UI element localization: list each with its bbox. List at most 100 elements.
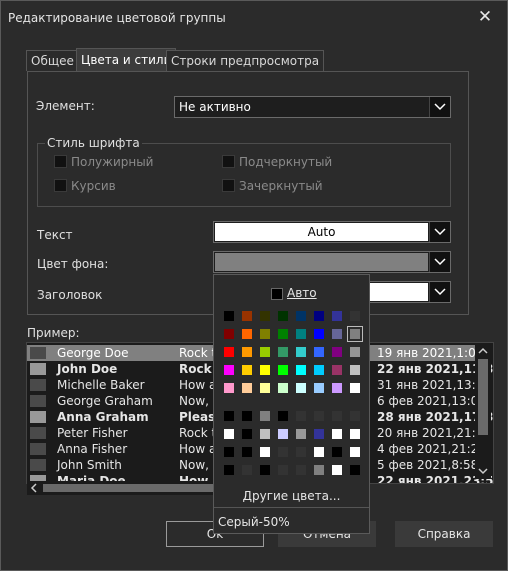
color-swatch[interactable]	[224, 347, 234, 357]
color-swatch[interactable]	[332, 329, 342, 339]
color-swatch[interactable]	[278, 365, 288, 375]
color-swatch[interactable]	[260, 329, 270, 339]
tab-preview-rows[interactable]: Строки предпросмотра	[166, 50, 325, 71]
text-color-label: Текст	[37, 228, 73, 242]
color-swatch[interactable]	[224, 365, 234, 375]
chevron-down-icon[interactable]	[429, 282, 450, 302]
color-swatch[interactable]	[332, 465, 342, 475]
color-swatch[interactable]	[350, 447, 360, 457]
color-swatch[interactable]	[332, 411, 342, 421]
color-swatch[interactable]	[296, 329, 306, 339]
row-subject: Now, i	[179, 394, 217, 408]
color-swatch[interactable]	[260, 365, 270, 375]
color-swatch[interactable]	[224, 429, 234, 439]
color-swatch[interactable]	[224, 311, 234, 321]
color-swatch[interactable]	[260, 447, 270, 457]
bg-color-picker[interactable]	[213, 251, 451, 273]
color-swatch[interactable]	[242, 311, 252, 321]
color-swatch[interactable]	[314, 383, 324, 393]
color-swatch[interactable]	[260, 383, 270, 393]
color-swatch[interactable]	[278, 429, 288, 439]
help-button[interactable]: Справка	[395, 521, 493, 547]
color-swatch[interactable]	[314, 365, 324, 375]
color-swatch[interactable]	[224, 411, 234, 421]
vertical-scrollbar[interactable]	[475, 343, 491, 479]
color-swatch[interactable]	[242, 365, 252, 375]
color-swatch[interactable]	[242, 329, 252, 339]
color-swatch[interactable]	[224, 465, 234, 475]
color-swatch[interactable]	[296, 447, 306, 457]
color-swatch[interactable]	[278, 465, 288, 475]
color-swatch[interactable]	[242, 347, 252, 357]
color-swatch[interactable]	[332, 429, 342, 439]
color-swatch[interactable]	[224, 447, 234, 457]
color-swatch[interactable]	[296, 347, 306, 357]
color-swatch[interactable]	[242, 429, 252, 439]
color-swatch[interactable]	[260, 347, 270, 357]
color-swatch[interactable]	[314, 447, 324, 457]
text-color-value: Auto	[307, 225, 336, 239]
color-swatch[interactable]	[350, 347, 360, 357]
text-color-picker[interactable]: Auto	[213, 221, 451, 243]
color-swatch[interactable]	[332, 311, 342, 321]
chevron-down-icon[interactable]	[429, 222, 450, 242]
color-swatch[interactable]	[242, 383, 252, 393]
color-swatch[interactable]	[296, 311, 306, 321]
color-swatch[interactable]	[296, 383, 306, 393]
color-swatch[interactable]	[260, 429, 270, 439]
color-swatch[interactable]	[260, 465, 270, 475]
color-swatch[interactable]	[350, 465, 360, 475]
color-swatch[interactable]	[242, 465, 252, 475]
color-swatch[interactable]	[332, 383, 342, 393]
color-swatch[interactable]	[278, 383, 288, 393]
color-swatch[interactable]	[278, 411, 288, 421]
color-swatch[interactable]	[314, 465, 324, 475]
color-swatch[interactable]	[296, 411, 306, 421]
color-swatch[interactable]	[278, 311, 288, 321]
auto-color-option[interactable]: Авто	[287, 286, 317, 300]
horizontal-scrollbar[interactable]	[27, 481, 213, 495]
strikethrough-checkbox[interactable]	[222, 179, 235, 192]
color-swatch[interactable]	[278, 347, 288, 357]
close-icon[interactable]: ✕	[463, 1, 507, 33]
italic-checkbox[interactable]	[54, 179, 67, 192]
row-sender: George Graham	[57, 394, 153, 408]
element-select[interactable]: Не активно	[174, 96, 451, 118]
tab-colors-styles[interactable]: Цвета и стили	[76, 48, 177, 72]
color-swatch[interactable]	[278, 447, 288, 457]
color-swatch[interactable]	[296, 429, 306, 439]
tab-general[interactable]: Общее	[26, 50, 79, 71]
color-swatch[interactable]	[242, 447, 252, 457]
color-swatch[interactable]	[332, 347, 342, 357]
envelope-icon	[30, 395, 46, 407]
bg-color-swatch	[215, 253, 428, 271]
color-swatch[interactable]	[350, 411, 360, 421]
color-swatch[interactable]	[260, 411, 270, 421]
color-swatch[interactable]	[224, 329, 234, 339]
more-colors-option[interactable]: Другие цвета...	[214, 489, 369, 503]
color-swatch[interactable]	[314, 347, 324, 357]
color-swatch[interactable]	[350, 429, 360, 439]
color-swatch[interactable]	[332, 447, 342, 457]
color-swatch[interactable]	[314, 411, 324, 421]
color-swatch[interactable]	[350, 383, 360, 393]
color-swatch[interactable]	[350, 329, 360, 339]
color-swatch[interactable]	[224, 383, 234, 393]
row-subject: Rock t	[179, 426, 217, 440]
color-swatch[interactable]	[296, 465, 306, 475]
color-swatch[interactable]	[314, 429, 324, 439]
underline-checkbox[interactable]	[222, 155, 235, 168]
color-swatch[interactable]	[314, 329, 324, 339]
color-swatch[interactable]	[350, 311, 360, 321]
chevron-down-icon[interactable]	[429, 97, 450, 117]
chevron-down-icon[interactable]	[429, 252, 450, 272]
auto-color-swatch[interactable]	[271, 288, 283, 300]
color-swatch[interactable]	[296, 365, 306, 375]
color-swatch[interactable]	[350, 365, 360, 375]
color-swatch[interactable]	[332, 365, 342, 375]
color-swatch[interactable]	[242, 411, 252, 421]
color-swatch[interactable]	[260, 311, 270, 321]
bold-checkbox[interactable]	[54, 155, 67, 168]
color-swatch[interactable]	[278, 329, 288, 339]
color-swatch[interactable]	[314, 311, 324, 321]
